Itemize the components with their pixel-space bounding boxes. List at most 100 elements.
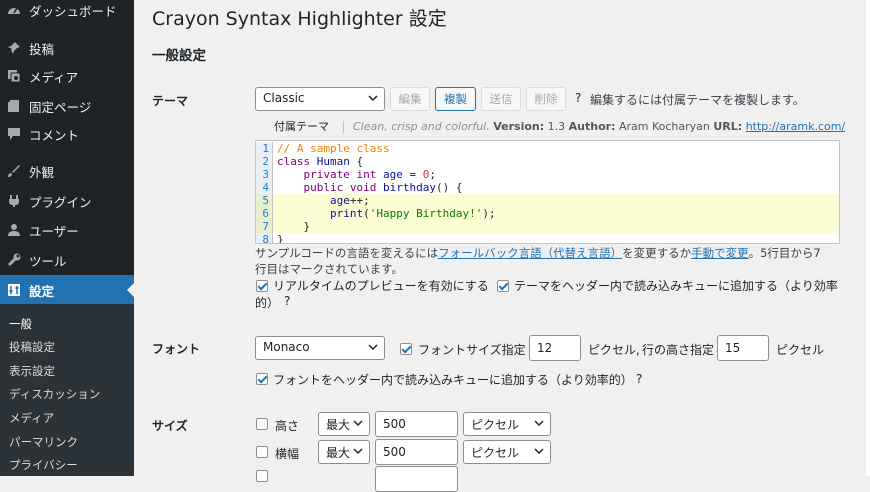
user-icon: [7, 223, 21, 237]
sidebar-item-label: 外観: [29, 164, 55, 180]
height-input[interactable]: 500: [375, 411, 458, 437]
enqueue-font-label: フォントをヘッダー内で読み込みキューに追加する（より効率的）: [273, 373, 633, 387]
sidebar-item-tools[interactable]: ツール: [0, 245, 134, 275]
line-number: 1: [256, 142, 273, 155]
theme-info-tab: 付属テーマ: [274, 120, 329, 133]
sidebar-item-dashboard[interactable]: ダッシュボード: [0, 0, 134, 25]
settings-main: Crayon Syntax Highlighter 設定 一般設定 テーマ Cl…: [134, 0, 870, 492]
version-label: Version:: [493, 120, 545, 133]
submenu-item-reading[interactable]: 表示設定: [9, 363, 55, 379]
font-size-input[interactable]: 12: [529, 335, 581, 361]
enqueue-theme-help-icon[interactable]: ?: [284, 294, 290, 308]
scrollbar-track[interactable]: [866, 0, 870, 476]
theme-select[interactable]: Classic: [255, 87, 385, 111]
settings-icon: [7, 283, 21, 297]
code-line-marked: 6 print('Happy Birthday!');: [256, 207, 839, 220]
width-mode-value: 最大: [326, 446, 351, 460]
desc-text: サンプルコードの言語を変えるには: [255, 246, 439, 260]
width-input[interactable]: 500: [375, 439, 458, 465]
enqueue-theme-checkbox[interactable]: [497, 280, 509, 292]
code-line: 3 private int age = 0;: [256, 168, 839, 181]
live-preview-label: リアルタイムのプレビューを有効にする: [273, 279, 489, 293]
fallback-language-link[interactable]: フォールバック言語（代替え言語）: [438, 246, 622, 260]
width-mode-select[interactable]: 最大: [318, 440, 370, 464]
theme-duplicate-button[interactable]: 複製: [435, 87, 476, 111]
live-preview-checkbox[interactable]: [256, 280, 268, 292]
code-line-marked: 7 }: [256, 220, 839, 233]
theme-submit-button[interactable]: 送信: [481, 87, 521, 111]
author-url-link[interactable]: http://aramk.com/: [746, 120, 845, 133]
font-label: フォント: [152, 342, 201, 356]
height-unit-value: ピクセル: [471, 418, 520, 432]
section-title: 一般設定: [152, 48, 206, 64]
theme-description: Clean, crisp and colorful.: [353, 120, 490, 133]
code-preview: 1// A sample class 2 class Human { 3 priv…: [255, 140, 840, 244]
pin-icon: [7, 41, 21, 55]
sidebar-item-pages[interactable]: 固定ページ: [0, 91, 134, 121]
line-height-input[interactable]: 15: [717, 335, 769, 361]
theme-help-icon[interactable]: ?: [575, 91, 581, 105]
theme-edit-button[interactable]: 編集: [390, 87, 430, 111]
manual-change-link[interactable]: 手動で変更: [691, 246, 749, 260]
theme-delete-button[interactable]: 削除: [526, 87, 566, 111]
page-title: Crayon Syntax Highlighter 設定: [152, 8, 447, 30]
sidebar-item-label: コメント: [29, 127, 80, 143]
url-label: URL:: [713, 120, 743, 133]
code-line: 1// A sample class: [256, 142, 839, 155]
theme-info: 付属テーマ Clean, crisp and colorful. Version…: [274, 118, 845, 134]
extra-input[interactable]: [375, 466, 458, 492]
line-number: 2: [256, 155, 273, 168]
enqueue-font-help-icon[interactable]: ?: [636, 372, 642, 386]
line-number: 5: [256, 194, 273, 207]
chevron-down-icon: [534, 420, 544, 427]
author-value: Aram Kocharyan: [618, 120, 710, 133]
sidebar-item-posts[interactable]: 投稿: [0, 33, 134, 63]
height-mode-value: 最大: [326, 418, 351, 432]
width-unit-select[interactable]: ピクセル: [463, 440, 551, 464]
size-label: サイズ: [152, 419, 188, 433]
sidebar-item-label: 投稿: [29, 41, 55, 57]
submenu-item-discussion[interactable]: ディスカッション: [9, 386, 100, 402]
line-number: 4: [256, 181, 273, 194]
code-line-marked: 5 age++;: [256, 194, 839, 207]
page-icon: [7, 99, 21, 113]
submenu-item-general[interactable]: 一般: [9, 316, 32, 332]
chevron-down-icon: [353, 420, 363, 427]
height-mode-select[interactable]: 最大: [318, 412, 370, 436]
dashboard-icon: [7, 3, 21, 17]
height-checkbox[interactable]: [256, 418, 268, 430]
chevron-down-icon: [368, 344, 378, 351]
sidebar-item-settings[interactable]: 設定: [0, 275, 134, 305]
height-unit-select[interactable]: ピクセル: [463, 412, 551, 436]
settings-submenu: 一般 投稿設定 表示設定 ディスカッション メディア パーマリンク プライバシー: [0, 304, 134, 476]
submenu-item-privacy[interactable]: プライバシー: [9, 457, 78, 473]
font-size-checkbox[interactable]: [400, 343, 412, 355]
theme-info-divider: [342, 121, 344, 133]
code-line: 4 public void birthday() {: [256, 181, 839, 194]
sidebar-item-label: 固定ページ: [29, 99, 92, 115]
line-number: 3: [256, 168, 273, 181]
submenu-item-media[interactable]: メディア: [9, 410, 54, 426]
chevron-down-icon: [368, 95, 378, 102]
plugin-icon: [7, 194, 21, 208]
sidebar-item-media[interactable]: メディア: [0, 61, 134, 91]
sample-description: サンプルコードの言語を変えるにはフォールバック言語（代替え言語）を変更するか手動…: [255, 245, 845, 277]
sidebar-item-appearance[interactable]: 外観: [0, 156, 134, 186]
font-select[interactable]: Monaco: [255, 336, 385, 360]
enqueue-font-checkbox[interactable]: [256, 373, 268, 385]
comment-icon: [7, 127, 21, 141]
width-checkbox[interactable]: [256, 446, 268, 458]
line-number: 6: [256, 207, 273, 220]
height-label: 高さ: [275, 419, 300, 433]
sidebar-item-label: 設定: [29, 283, 55, 299]
extra-checkbox[interactable]: [256, 470, 268, 482]
submenu-item-writing[interactable]: 投稿設定: [9, 339, 55, 355]
admin-sidebar: ダッシュボード 投稿 メディア 固定ページ コメント 外観 プラグイン ユーザー…: [0, 0, 134, 476]
sidebar-item-label: ツール: [29, 253, 67, 269]
sidebar-item-users[interactable]: ユーザー: [0, 215, 134, 245]
sidebar-item-comments[interactable]: コメント: [0, 119, 134, 149]
submenu-item-permalinks[interactable]: パーマリンク: [9, 434, 78, 450]
theme-label: テーマ: [152, 94, 189, 108]
px-label: ピクセル,: [588, 343, 640, 357]
sidebar-item-plugins[interactable]: プラグイン: [0, 186, 134, 216]
